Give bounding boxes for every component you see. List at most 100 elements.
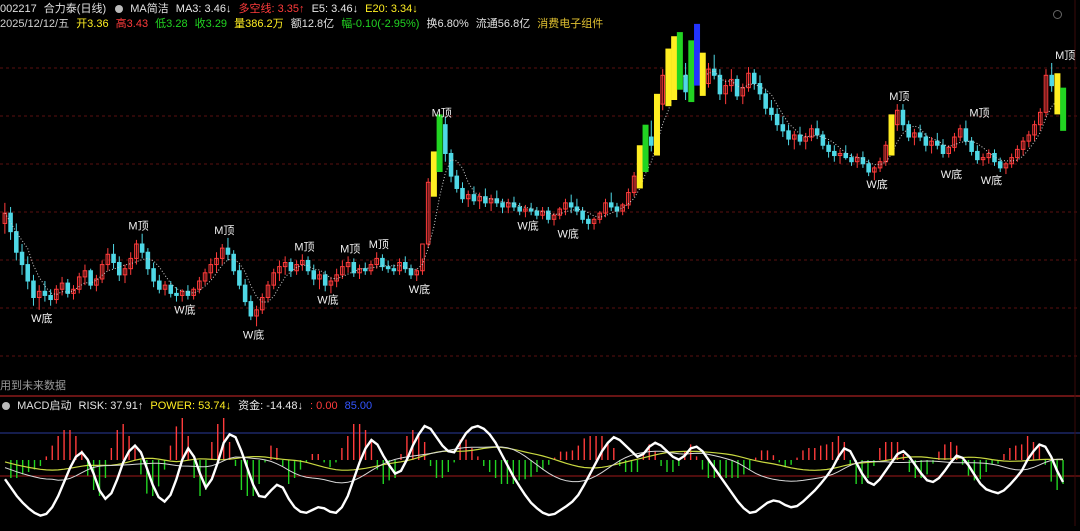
chart-settings-icon[interactable]: [1053, 10, 1062, 19]
candle-body: [648, 136, 654, 146]
candle-body: [1049, 74, 1054, 87]
pattern-label: W底: [31, 311, 52, 325]
settings-dot-icon[interactable]: [115, 5, 124, 14]
candle-body: [31, 280, 36, 298]
stock-chart[interactable]: W底 M顶 W底 M顶 W底 M顶 W底 M顶 M顶 W底 M顶 W底 W底 M顶 W底 M顶 W底 W底 M顶: [0, 0, 1080, 526]
float-cap: 流通56.8亿: [475, 18, 531, 30]
signal-bar: [436, 114, 443, 172]
change: 幅-0.10(-2.95%): [341, 18, 420, 30]
pattern-label: M顶: [889, 90, 909, 103]
candle-body: [866, 163, 871, 173]
candle-body: [42, 290, 48, 296]
pattern-label: M顶: [369, 238, 389, 251]
pattern-label: W底: [866, 177, 887, 191]
candle-body: [460, 187, 465, 200]
candle-body: [843, 152, 849, 159]
candle-body: [151, 268, 156, 282]
candle-body: [448, 152, 454, 177]
candle-body: [711, 68, 717, 76]
candle-body: [248, 301, 254, 317]
candle-body: [963, 128, 969, 142]
candle-body: [157, 280, 162, 290]
candle-body: [311, 270, 317, 280]
candle-body: [25, 264, 31, 282]
indicator-v2: 85.00: [344, 400, 373, 412]
sector-tag[interactable]: 消费电子组件: [537, 18, 603, 30]
candle-body: [225, 247, 231, 255]
header-line-2: 2025/12/12/五 开3.36 高3.43 低3.28 收3.29 量38…: [0, 17, 607, 31]
indicator-settings-icon[interactable]: [2, 402, 10, 411]
candle-body: [116, 262, 122, 276]
signal-bar: [1060, 87, 1067, 131]
candle-body: [242, 284, 248, 303]
trade-date: 2025/12/12/五: [0, 18, 70, 30]
candle-body: [797, 134, 803, 142]
candle-body: [8, 212, 13, 233]
signal-bar: [699, 52, 706, 96]
candle-body: [111, 253, 116, 264]
pattern-label: W底: [981, 173, 1002, 187]
close-price: 收3.29: [194, 18, 228, 30]
candle-body: [923, 136, 929, 146]
pattern-label: W底: [174, 303, 195, 317]
candle-body: [849, 157, 854, 163]
candle-body: [774, 113, 780, 126]
candle-body: [237, 270, 242, 286]
fund-line: [4, 424, 1065, 517]
candle-body: [969, 140, 974, 152]
pattern-label: M顶: [432, 107, 452, 120]
candle-body: [19, 251, 25, 266]
candle-body: [683, 74, 688, 93]
candle-body: [546, 210, 551, 220]
future-data-note: 用到未来数据: [0, 380, 66, 392]
stock-name: 合力泰(日线): [43, 3, 107, 15]
candle-body: [780, 124, 786, 132]
signal-bar: [888, 114, 895, 156]
indicator-v1: : 0.00: [310, 400, 338, 412]
candle-body: [385, 266, 391, 270]
candle-body: [820, 134, 826, 146]
e5-value: E5: 3.46↓: [311, 3, 359, 15]
candle-body: [997, 161, 1003, 169]
candle-body: [322, 274, 328, 286]
e20-value: E20: 3.34↓: [365, 3, 418, 15]
low-price: 低3.28: [155, 18, 188, 30]
candle-body: [751, 72, 757, 85]
candle-body: [362, 268, 368, 272]
pattern-label: M顶: [340, 242, 360, 255]
candle-body: [917, 132, 923, 138]
candle-body: [288, 262, 294, 272]
signal-bar: [676, 32, 683, 90]
fund-value: 资金: -14.48↓: [238, 400, 303, 412]
ma-label: MA简洁: [130, 3, 169, 15]
candle-body: [231, 253, 236, 272]
candle-body: [500, 202, 505, 208]
candle-body: [786, 130, 791, 140]
power-value: POWER: 53.74↓: [150, 400, 232, 412]
candle-body: [832, 150, 837, 157]
high-price: 高3.43: [115, 18, 149, 30]
candle-body: [517, 206, 522, 212]
candle-body: [769, 107, 774, 115]
candle-body: [757, 83, 763, 95]
candle-body: [975, 150, 980, 161]
candle-body: [586, 218, 591, 224]
candle-body: [900, 109, 906, 126]
turnover: 换6.80%: [426, 18, 469, 30]
candle-body: [391, 268, 397, 272]
ma3-value: MA3: 3.46↓: [175, 3, 232, 15]
signal-bar: [688, 40, 695, 103]
candle-body: [14, 231, 19, 253]
candle-body: [580, 210, 585, 220]
pattern-label: M顶: [1055, 49, 1075, 62]
indicator-header: MACD启动 RISK: 37.91↑ POWER: 53.74↓ 资金: -1…: [0, 399, 376, 413]
candle-body: [139, 243, 145, 253]
candle-body: [534, 210, 540, 216]
pattern-label: W底: [243, 327, 264, 341]
candle-body: [65, 282, 71, 294]
candle-body: [48, 294, 53, 301]
pattern-label: W底: [941, 167, 962, 181]
chart-stage: W底 M顶 W底 M顶 W底 M顶 W底 M顶 M顶 W底 M顶 W底 W底 M顶 W底 M顶 W底 W底 M顶: [0, 0, 1080, 526]
candle-body: [454, 175, 460, 189]
signal-bar: [653, 93, 660, 156]
